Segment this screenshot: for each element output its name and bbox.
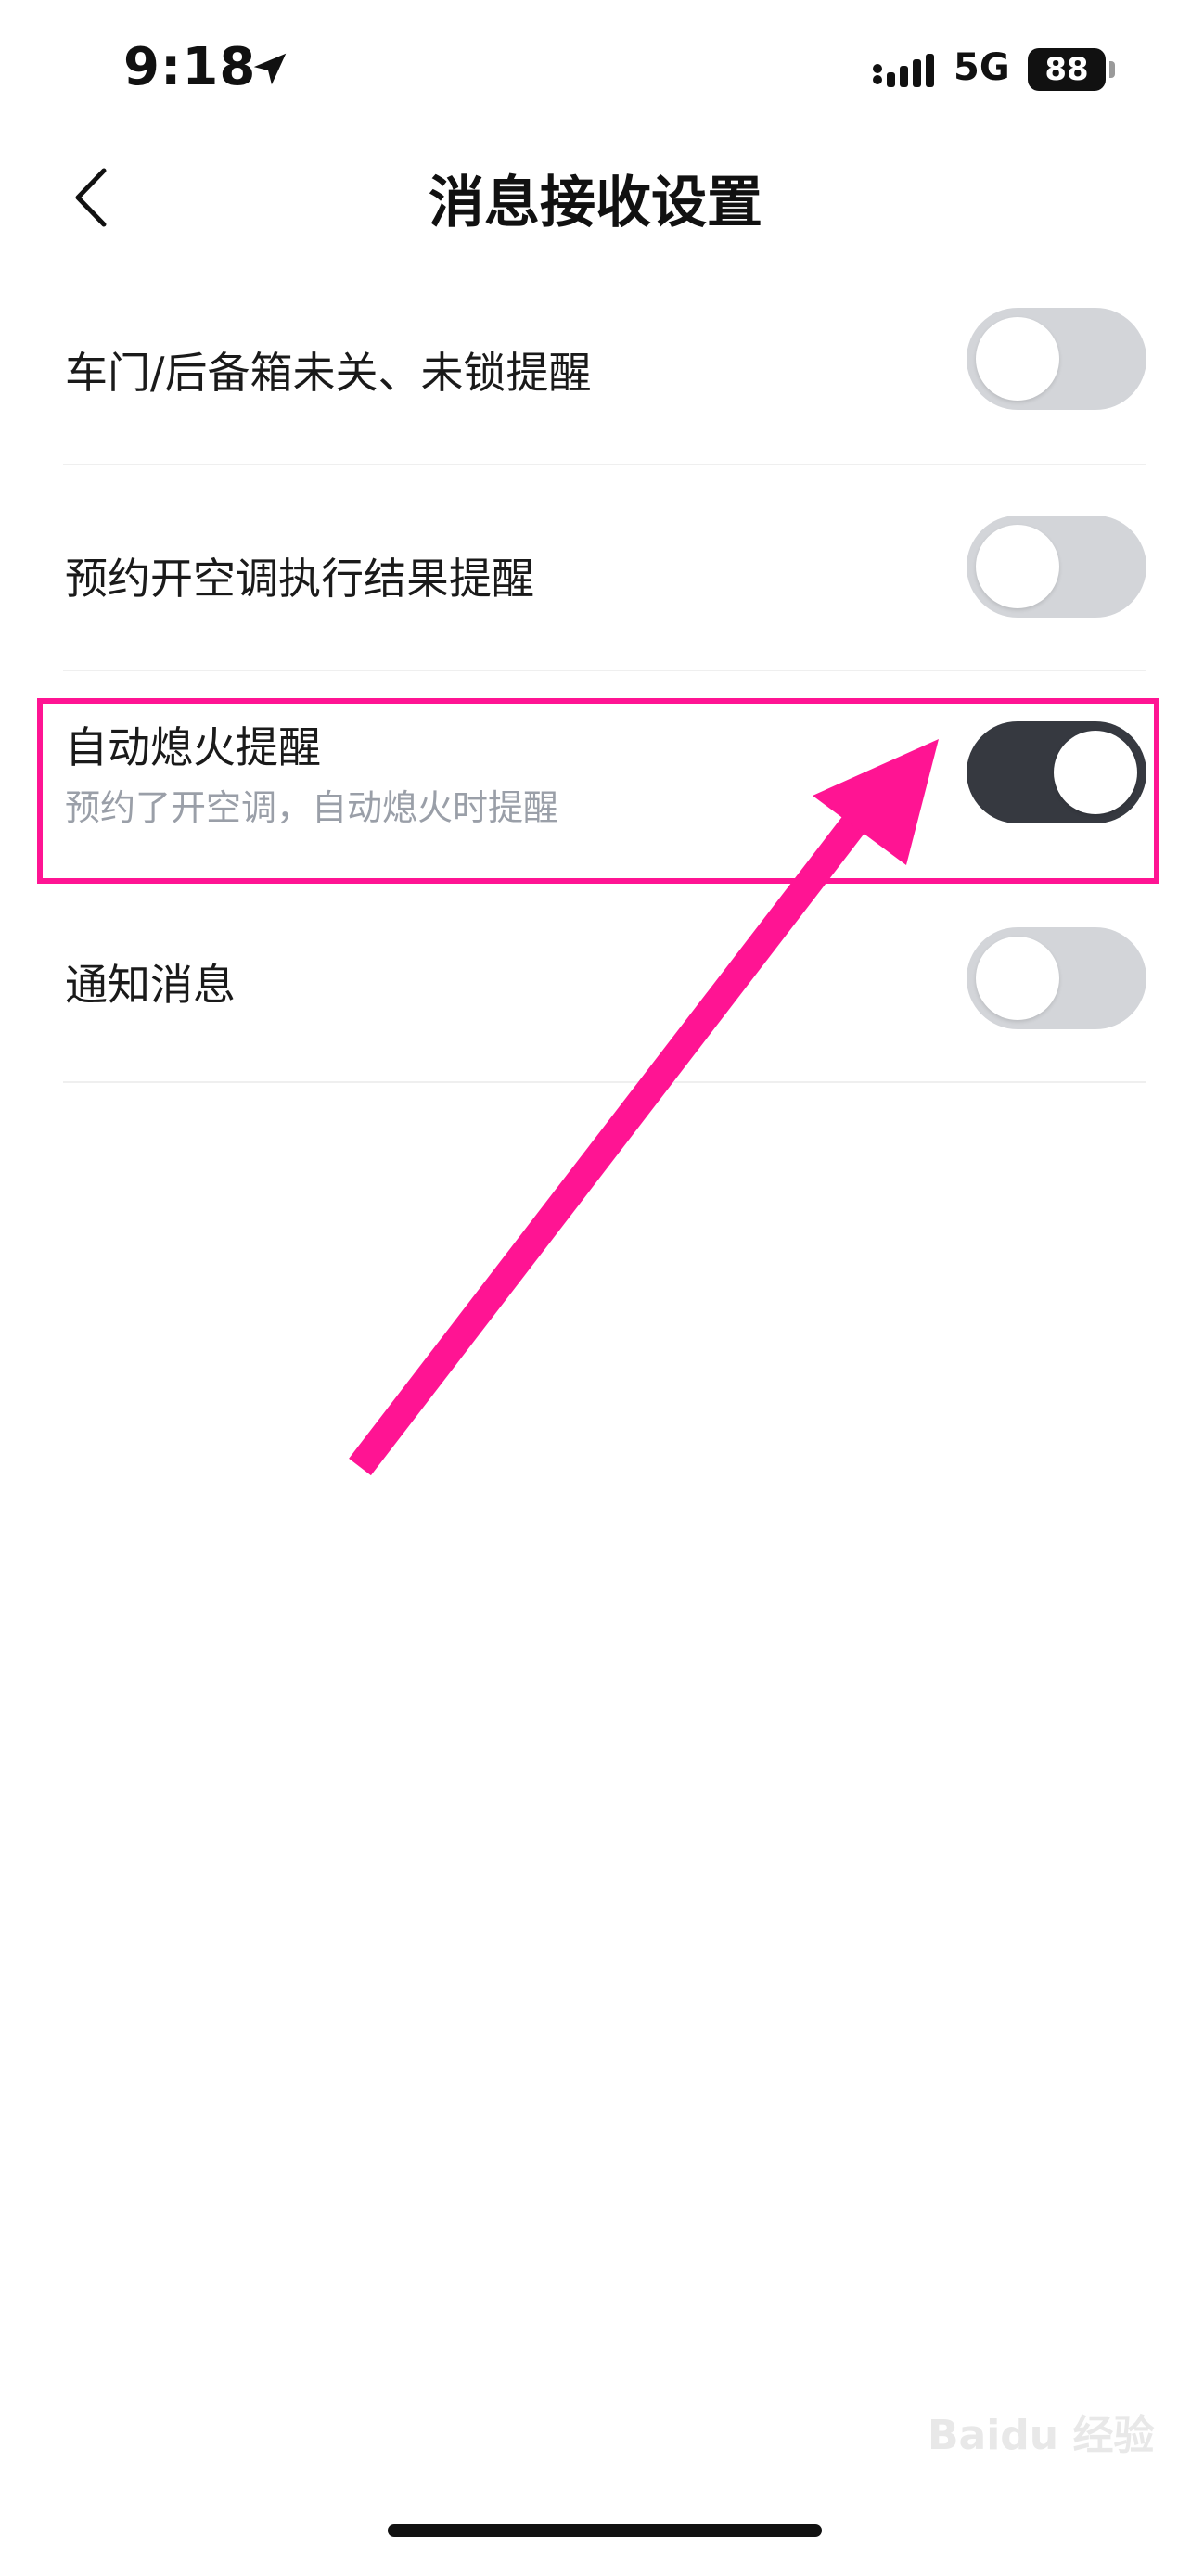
nav-bar: 消息接收设置 <box>0 139 1191 250</box>
network-type: 5G <box>954 46 1010 89</box>
battery-tip <box>1109 61 1115 78</box>
divider <box>63 1081 1146 1083</box>
status-time: 9:18 <box>123 37 257 97</box>
setting-row-door-trunk: 车门/后备箱未关、未锁提醒 <box>63 260 1146 465</box>
home-indicator <box>388 2524 822 2537</box>
page-title: 消息接收设置 <box>429 171 762 236</box>
setting-label: 车门/后备箱未关、未锁提醒 <box>65 348 592 398</box>
toggle-ac-result[interactable] <box>967 516 1146 618</box>
battery-icon: 88 <box>1028 48 1106 91</box>
setting-label: 预约开空调执行结果提醒 <box>65 554 534 604</box>
toggle-knob <box>976 317 1059 401</box>
chevron-left-icon[interactable] <box>69 165 115 230</box>
toggle-knob <box>976 525 1059 608</box>
watermark: Baidu 经验 <box>928 2412 1155 2459</box>
status-bar: 9:18 5G 88 <box>0 0 1191 139</box>
toggle-notification[interactable] <box>967 927 1146 1029</box>
battery-level: 88 <box>1044 51 1089 88</box>
signal-icon <box>873 54 934 87</box>
setting-row-notification: 通知消息 <box>63 877 1146 1083</box>
highlight-box <box>37 698 1159 884</box>
toggle-knob <box>976 937 1059 1020</box>
location-arrow-icon <box>253 53 287 85</box>
toggle-door-trunk[interactable] <box>967 308 1146 410</box>
setting-label: 通知消息 <box>65 960 236 1010</box>
setting-row-ac-result: 预约开空调执行结果提醒 <box>63 465 1146 671</box>
